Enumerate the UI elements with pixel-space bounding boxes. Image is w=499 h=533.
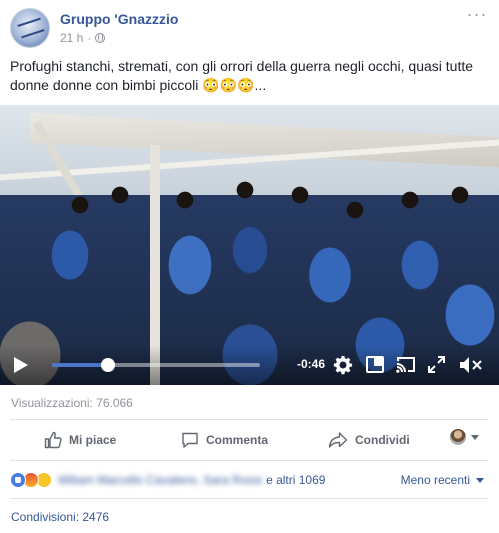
progress-played <box>52 363 109 367</box>
comment-icon <box>182 432 198 448</box>
cast-icon[interactable] <box>396 356 416 373</box>
share-button[interactable]: Condividi <box>328 425 410 455</box>
chevron-down-icon <box>471 434 479 440</box>
post-text: Profughi stanchi, stremati, con gli orro… <box>10 58 474 93</box>
chevron-down-icon <box>476 477 484 483</box>
user-avatar <box>450 429 466 445</box>
more-options-icon[interactable]: ··· <box>466 5 488 24</box>
like-reaction-icon[interactable] <box>10 472 26 488</box>
time-remaining: -0:46 <box>297 357 326 371</box>
comment-button[interactable]: Commenta <box>181 425 268 455</box>
play-icon[interactable] <box>14 357 28 373</box>
comment-sort-dropdown[interactable]: Meno recenti <box>401 473 484 487</box>
share-label: Condividi <box>355 433 410 447</box>
expand-icon[interactable] <box>428 356 445 373</box>
reactions-summary: Wiliam Marcello Cavaliere, Sara Rossi e … <box>10 471 489 489</box>
settings-icon[interactable] <box>333 355 353 375</box>
post-meta: 21 h · <box>60 31 106 45</box>
progress-handle[interactable] <box>101 358 116 372</box>
like-label: Mi piace <box>69 433 117 447</box>
avatar-logo <box>17 17 45 39</box>
post-header: Gruppo 'Gnazzzio 21 h · ··· <box>10 5 490 50</box>
progress-bar[interactable] <box>52 358 260 372</box>
comment-label: Commenta <box>206 433 269 447</box>
post-as-selector[interactable] <box>450 429 479 445</box>
sort-label: Meno recenti <box>400 473 470 487</box>
view-count: Visualizzazioni: 76.066 <box>11 396 133 410</box>
share-count-link[interactable]: Condivisioni: 2476 <box>11 510 109 524</box>
reactors-others-link[interactable]: e altri 1069 <box>266 473 325 487</box>
reactor-names[interactable]: Wiliam Marcello Cavaliere, Sara Rossi <box>58 473 262 487</box>
like-button[interactable]: Mi piace <box>44 425 116 455</box>
post-timestamp[interactable]: 21 h <box>60 31 83 45</box>
thumbs-up-icon <box>44 431 62 449</box>
globe-icon[interactable] <box>95 33 106 43</box>
action-bar: Mi piace Commenta Condividi <box>10 425 489 455</box>
video-controls: -0:46 <box>0 345 499 385</box>
divider <box>10 498 489 499</box>
picture-in-picture-icon[interactable] <box>366 356 384 373</box>
divider <box>10 460 489 461</box>
video-frame-people <box>0 165 499 245</box>
mute-icon[interactable] <box>459 356 483 374</box>
meta-separator: · <box>87 31 92 45</box>
share-icon <box>328 432 348 448</box>
page-avatar[interactable] <box>10 8 50 48</box>
page-name-link[interactable]: Gruppo 'Gnazzzio <box>60 11 178 27</box>
video-player[interactable]: -0:46 <box>0 105 499 385</box>
divider <box>10 419 489 420</box>
